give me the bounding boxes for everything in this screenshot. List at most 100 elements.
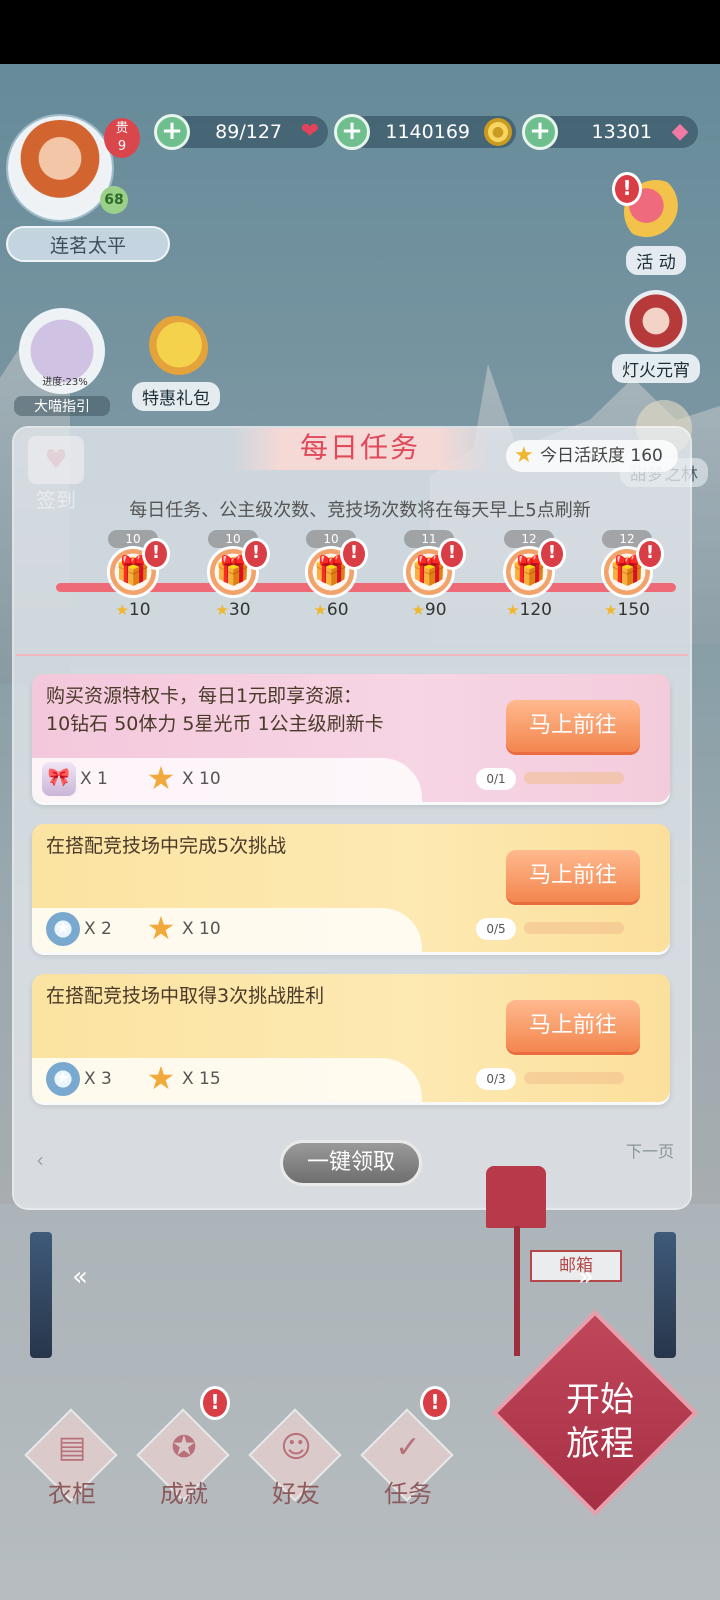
player-name: 连茗太平 <box>6 226 170 262</box>
lamp-post-right <box>654 1232 676 1358</box>
lantern-festival-button[interactable]: 灯火元宵 <box>606 290 706 383</box>
vip-badge: 贵 9 <box>104 118 140 158</box>
task-progress-bar <box>524 1072 624 1084</box>
lantern-label: 灯火元宵 <box>612 354 700 383</box>
mailbox-sign[interactable]: 邮箱 <box>530 1250 622 1282</box>
stamina-value: 89/127 <box>215 121 282 143</box>
gem-counter: + 13301 ◆ <box>522 114 698 150</box>
avatar[interactable] <box>8 116 112 220</box>
go-now-button[interactable]: 马上前往 <box>506 1000 640 1052</box>
star-icon: ★ <box>514 443 534 468</box>
collect-all-button[interactable]: 一键领取 <box>280 1140 422 1186</box>
milestone-chest[interactable]: 10 🎁 ! ★10 <box>98 530 170 620</box>
alert-icon: ! <box>420 1386 450 1420</box>
activity-label: 活 动 <box>626 246 686 275</box>
reward-qty: X 2 <box>84 919 112 939</box>
alert-icon: ! <box>636 538 664 570</box>
next-page-button[interactable]: 下一页 <box>626 1138 674 1162</box>
guide-button[interactable]: 进度:23% 大喵指引 <box>14 308 110 416</box>
chevron-left-icon[interactable]: ‹ <box>36 1148 44 1172</box>
status-bar <box>0 0 720 64</box>
friends-icon: ☺ <box>280 1430 312 1465</box>
milestone-points: 10 <box>128 600 151 620</box>
alert-icon: ! <box>242 538 270 570</box>
gem-value: 13301 <box>591 121 652 143</box>
nav-achievement[interactable]: ✪ 成就 <box>136 1408 232 1512</box>
star-coin-icon: ★ <box>46 912 80 946</box>
milestone-points: 120 <box>519 600 552 620</box>
star-icon: ★ <box>146 759 176 797</box>
task-card: 购买资源特权卡，每日1元即享资源： 10钻石 50体力 5星光币 1公主级刷新卡… <box>32 674 670 802</box>
lantern-icon <box>625 290 687 352</box>
chevrons-right-icon[interactable]: » <box>578 1262 594 1292</box>
guide-icon: 进度:23% <box>19 308 105 394</box>
lamp-post-left <box>30 1232 52 1358</box>
milestone-chest[interactable]: 12 🎁 ! ★120 <box>494 530 566 620</box>
alert-icon: ! <box>612 172 642 206</box>
milestone-chest[interactable]: 10 🎁 ! ★60 <box>296 530 368 620</box>
go-now-button[interactable]: 马上前往 <box>506 850 640 902</box>
guide-progress: 进度:23% <box>42 377 88 388</box>
add-stamina-button[interactable]: + <box>154 114 190 150</box>
alert-icon: ! <box>142 538 170 570</box>
reward-item: ★ X 3 <box>46 1062 112 1096</box>
reward-item: ★ X 10 <box>144 912 221 946</box>
milestone-points: 150 <box>617 600 650 620</box>
milestone-points-row: ★60 <box>313 600 349 620</box>
milestone-points-row: ★10 <box>115 600 151 620</box>
heart-icon: ❤ <box>300 119 320 144</box>
reward-item: ★ X 10 <box>144 762 221 796</box>
milestone-points-row: ★120 <box>506 600 552 620</box>
milestone-points: 60 <box>326 600 349 620</box>
add-gem-button[interactable]: + <box>522 114 558 150</box>
list-divider <box>16 654 688 656</box>
nav-label: 任务 <box>384 1480 432 1508</box>
alert-icon: ! <box>340 538 368 570</box>
milestone-points-row: ★90 <box>411 600 447 620</box>
nav-label: 好友 <box>272 1480 320 1508</box>
start-journey-label: 开始 旅程 <box>566 1380 634 1464</box>
task-card: 在搭配竞技场中完成5次挑战 ★ X 2 ★ X 10 马上前往 0/5 <box>32 824 670 952</box>
task-progress-bar <box>524 772 624 784</box>
alert-icon: ! <box>438 538 466 570</box>
task-progress-count: 0/3 <box>476 1068 516 1090</box>
wardrobe-icon: ▤ <box>57 1430 87 1465</box>
alert-icon: ! <box>538 538 566 570</box>
nav-wardrobe[interactable]: ▤ 衣柜 <box>24 1408 120 1512</box>
nav-friends[interactable]: ☺ 好友 <box>248 1408 344 1512</box>
task-progress-count: 0/5 <box>476 918 516 940</box>
achievement-icon: ✪ <box>171 1430 197 1465</box>
add-coin-button[interactable]: + <box>334 114 370 150</box>
reward-item: ★ X 15 <box>144 1062 221 1096</box>
reward-item: ★ X 2 <box>46 912 112 946</box>
task-progress-bar <box>524 922 624 934</box>
reward-qty: X 1 <box>80 769 108 789</box>
milestone-chest[interactable]: 11 🎁 ! ★90 <box>394 530 466 620</box>
reward-item: 🎀 X 1 <box>42 762 108 796</box>
nav-tasks[interactable]: ✓ 任务 <box>360 1408 456 1512</box>
mailbox-pole <box>514 1226 520 1356</box>
activity-score: 今日活跃度 160 <box>540 446 663 466</box>
special-gift-pack-button[interactable]: 特惠礼包 <box>126 316 226 411</box>
gem-icon: ◆ <box>671 119 689 144</box>
milestone-points-row: ★30 <box>215 600 251 620</box>
task-description: 在搭配竞技场中取得3次挑战胜利 <box>46 985 325 1007</box>
reward-qty: X 10 <box>182 769 221 789</box>
gift-box-icon: 🎀 <box>42 762 76 796</box>
milestone-chest[interactable]: 10 🎁 ! ★30 <box>198 530 270 620</box>
refresh-note: 每日任务、公主级次数、竞技场次数将在每天早上5点刷新 <box>129 500 591 521</box>
milestone-chest[interactable]: 12 🎁 ! ★150 <box>592 530 664 620</box>
task-description: 购买资源特权卡，每日1元即享资源： 10钻石 50体力 5星光币 1公主级刷新卡 <box>46 685 384 735</box>
alert-icon: ! <box>200 1386 230 1420</box>
mailbox[interactable] <box>486 1166 546 1228</box>
coin-value: 1140169 <box>385 121 470 143</box>
reward-qty: X 15 <box>182 1069 221 1089</box>
go-now-button[interactable]: 马上前往 <box>506 700 640 752</box>
star-icon: ★ <box>146 1059 176 1097</box>
nav-label: 成就 <box>160 1480 208 1508</box>
star-coin-icon: ★ <box>46 1062 80 1096</box>
star-icon: ★ <box>146 909 176 947</box>
nav-label: 衣柜 <box>48 1480 96 1508</box>
chevrons-left-icon[interactable]: « <box>72 1262 88 1292</box>
level-badge: 68 <box>100 186 128 214</box>
